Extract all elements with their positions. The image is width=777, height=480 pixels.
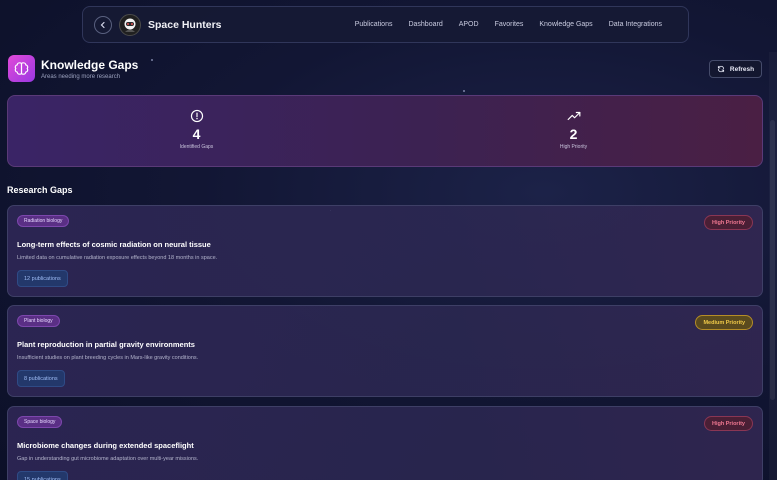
refresh-label: Refresh	[729, 65, 755, 73]
alert-circle-icon	[190, 109, 203, 123]
astronaut-icon	[124, 18, 136, 32]
stat-high-priority: 2 High Priority	[385, 96, 762, 166]
nav-link-publications[interactable]: Publications	[347, 21, 401, 28]
section-title: Research Gaps	[7, 185, 73, 195]
stat-label: Identified Gaps	[179, 144, 214, 150]
gap-title: Plant reproduction in partial gravity en…	[17, 340, 195, 349]
publications-badge[interactable]: 12 publications	[17, 270, 68, 287]
brand-name[interactable]: Space Hunters	[148, 19, 222, 31]
stat-value: 4	[192, 126, 201, 142]
stat-label: High Priority	[559, 144, 588, 150]
star	[463, 90, 465, 92]
gap-card[interactable]: Space biology High Priority Microbiome c…	[7, 406, 763, 480]
brain-icon	[14, 62, 29, 75]
refresh-icon	[717, 65, 724, 73]
gap-description: Limited data on cumulative radiation exp…	[17, 255, 218, 261]
nav-link-knowledge-gaps[interactable]: Knowledge Gaps	[531, 21, 600, 28]
priority-badge: Medium Priority	[695, 315, 753, 330]
stats-panel: 4 Identified Gaps 2 High Priority	[7, 95, 763, 167]
stat-value: 2	[569, 126, 578, 142]
brand-logo[interactable]	[119, 13, 141, 36]
priority-badge: High Priority	[703, 416, 753, 431]
scrollbar-thumb[interactable]	[770, 120, 775, 400]
page-subtitle: Areas needing more research	[41, 74, 121, 80]
top-navbar: Space Hunters Publications Dashboard APO…	[82, 6, 689, 43]
category-tag: Plant biology	[17, 315, 60, 327]
publications-badge[interactable]: 15 publications	[17, 471, 68, 480]
category-tag: Space biology	[17, 416, 63, 428]
publications-badge[interactable]: 8 publications	[17, 370, 65, 387]
gap-description: Insufficient studies on plant breeding c…	[17, 355, 199, 361]
page-icon	[8, 55, 35, 82]
chevron-left-icon	[100, 21, 105, 28]
refresh-button[interactable]: Refresh	[709, 60, 762, 78]
gap-title: Long-term effects of cosmic radiation on…	[17, 240, 211, 249]
category-tag: Radiation biology	[17, 215, 70, 227]
trending-up-icon	[567, 111, 580, 121]
priority-badge: High Priority	[703, 215, 753, 230]
gap-card[interactable]: Plant biology Medium Priority Plant repr…	[7, 305, 763, 397]
star	[151, 59, 153, 61]
nav-link-dashboard[interactable]: Dashboard	[400, 21, 450, 28]
back-button[interactable]	[94, 15, 112, 34]
gap-title: Microbiome changes during extended space…	[17, 441, 194, 450]
page-title: Knowledge Gaps	[41, 58, 139, 72]
gap-description: Gap in understanding gut microbiome adap…	[17, 456, 199, 462]
gap-card[interactable]: Radiation biology High Priority Long-ter…	[7, 205, 763, 297]
nav-links: Publications Dashboard APOD Favorites Kn…	[347, 21, 670, 28]
nav-link-apod[interactable]: APOD	[451, 21, 487, 28]
stat-identified-gaps: 4 Identified Gaps	[8, 96, 385, 166]
nav-link-data-integrations[interactable]: Data Integrations	[601, 21, 670, 28]
nav-link-favorites[interactable]: Favorites	[487, 21, 532, 28]
